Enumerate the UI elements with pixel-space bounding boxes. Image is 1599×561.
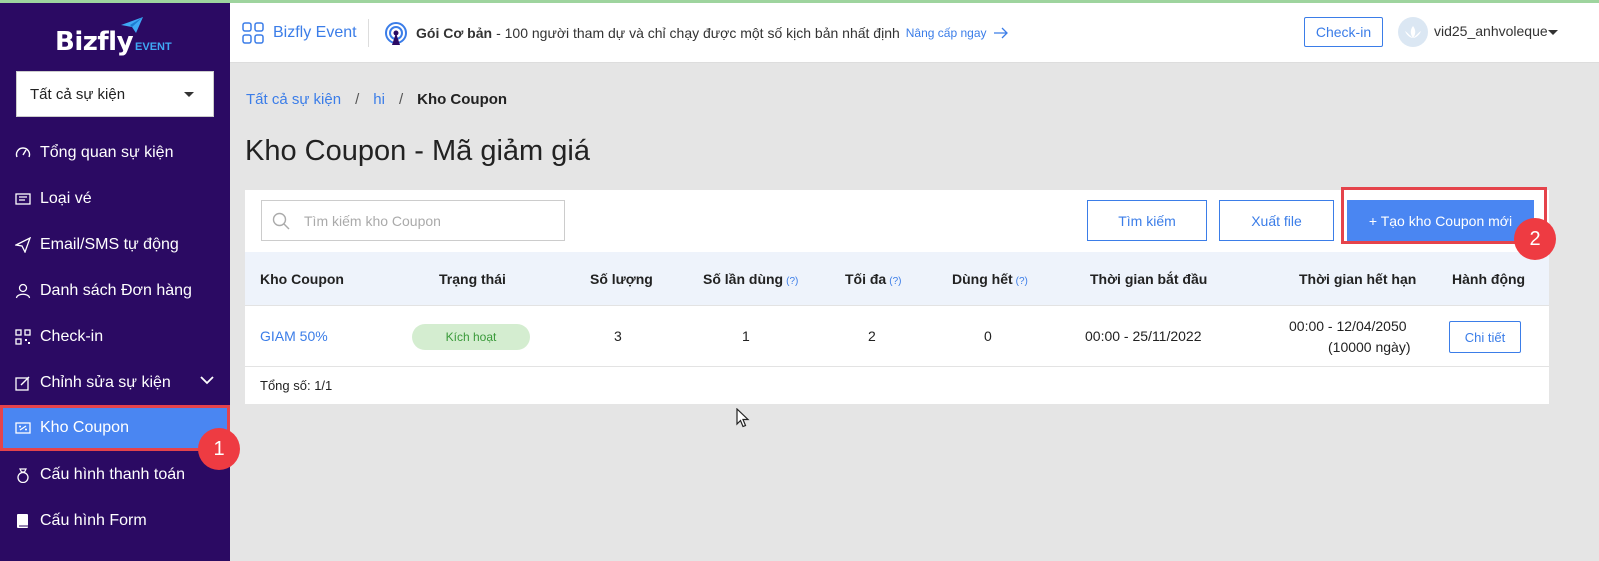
search-icon <box>272 212 290 229</box>
help-icon[interactable]: (?) <box>1016 276 1028 287</box>
search-field[interactable] <box>261 200 565 241</box>
apps-grid-icon <box>242 22 264 44</box>
send-icon <box>14 236 32 254</box>
breadcrumb-event[interactable]: hi <box>373 91 385 108</box>
page-title: Kho Coupon - Mã giảm giá <box>245 135 590 167</box>
annotation-marker-2: 2 <box>1514 218 1556 260</box>
sidebar-item-label: Danh sách Đơn hàng <box>40 282 192 299</box>
sidebar-item-coupon[interactable]: Kho Coupon <box>0 405 230 451</box>
sidebar-item-email-sms[interactable]: Email/SMS tự động <box>0 222 230 268</box>
table-row: GIAM 50% Kích hoạt 3 1 2 0 00:00 - 25/11… <box>245 307 1549 367</box>
lotus-icon <box>1405 26 1421 38</box>
col-exhausted-header: Dùng hết (?) <box>952 271 1028 287</box>
cell-quantity: 3 <box>614 328 622 344</box>
col-max: Tối đa <box>845 271 887 287</box>
user-icon <box>14 282 32 300</box>
avatar[interactable] <box>1398 17 1428 47</box>
search-input[interactable] <box>304 212 544 229</box>
sidebar-item-overview[interactable]: Tổng quan sự kiện <box>0 130 230 176</box>
checkin-button[interactable]: Check-in <box>1304 17 1383 47</box>
breadcrumb: Tất cả sự kiện / hi / Kho Coupon <box>246 91 507 108</box>
help-icon[interactable]: (?) <box>786 276 798 287</box>
event-select-value: Tất cả sự kiện <box>30 85 126 103</box>
sidebar-item-label: Cấu hình thanh toán <box>40 466 186 483</box>
sidebar-item-checkin[interactable]: Check-in <box>0 314 230 360</box>
money-bag-icon <box>14 466 32 484</box>
sidebar-item-payment-config[interactable]: Cấu hình thanh toán <box>0 452 230 498</box>
sidebar: Bizfly EVENT Tất cả sự kiện Tổng quan sự… <box>0 3 230 561</box>
total-count: Tổng số: 1/1 <box>260 378 333 393</box>
sidebar-item-orders[interactable]: Danh sách Đơn hàng <box>0 268 230 314</box>
arrow-right-icon[interactable] <box>993 27 1009 39</box>
app-name: Bizfly Event <box>273 24 357 41</box>
book-icon <box>14 512 32 530</box>
col-quantity: Số lượng <box>590 271 653 287</box>
col-coupon: Kho Coupon <box>260 271 344 287</box>
plan-info: Gói Cơ bản - 100 người tham dự và chỉ ch… <box>384 21 1009 45</box>
breadcrumb-current: Kho Coupon <box>417 91 508 108</box>
brand-sub: EVENT <box>135 41 172 53</box>
ticket-icon <box>14 190 32 208</box>
breadcrumb-separator: / <box>355 91 360 108</box>
sidebar-item-label: Kho Coupon <box>40 419 129 436</box>
chevron-down-icon[interactable] <box>200 375 214 385</box>
sidebar-item-label: Chỉnh sửa sự kiện <box>40 374 171 391</box>
col-end: Thời gian hết hạn <box>1299 271 1417 287</box>
sidebar-item-ticket-types[interactable]: Loại vé <box>0 176 230 222</box>
help-icon[interactable]: (?) <box>889 276 901 287</box>
col-max-header: Tối đa (?) <box>845 271 901 287</box>
brand-logo[interactable]: Bizfly EVENT <box>55 17 172 57</box>
table-header: Kho Coupon Trạng thái Số lượng Số lần dù… <box>245 252 1549 306</box>
caret-down-icon <box>184 92 194 97</box>
speedometer-icon <box>14 144 32 162</box>
coupon-name-link[interactable]: GIAM 50% <box>260 328 328 344</box>
upgrade-link[interactable]: Nâng cấp ngay <box>906 26 987 40</box>
paper-plane-icon <box>121 17 143 33</box>
sidebar-item-label: Check-in <box>40 328 104 345</box>
sidebar-item-form-config[interactable]: Cấu hình Form <box>0 498 230 544</box>
edit-icon <box>14 374 32 392</box>
coupon-panel: Tìm kiếm Xuất file + Tạo kho Coupon mới … <box>245 187 1549 404</box>
mouse-cursor-icon <box>736 408 750 428</box>
create-coupon-button[interactable]: + Tạo kho Coupon mới <box>1347 200 1534 241</box>
event-select[interactable]: Tất cả sự kiện <box>16 71 214 117</box>
app-switcher[interactable]: Bizfly Event <box>242 22 357 44</box>
sidebar-item-label: Tổng quan sự kiện <box>40 144 174 161</box>
annotation-marker-1: 1 <box>198 428 240 470</box>
plan-name: Gói Cơ bản <box>416 25 493 41</box>
cell-used: 1 <box>742 328 750 344</box>
sidebar-item-label: Cấu hình Form <box>40 512 147 529</box>
status-badge: Kích hoạt <box>412 324 530 350</box>
breadcrumb-all-events[interactable]: Tất cả sự kiện <box>246 91 341 108</box>
search-button[interactable]: Tìm kiếm <box>1087 200 1207 241</box>
broadcast-icon <box>385 22 407 45</box>
export-button[interactable]: Xuất file <box>1219 200 1334 241</box>
sidebar-item-edit-event[interactable]: Chỉnh sửa sự kiện <box>0 360 230 406</box>
top-header: Bizfly Event Gói Cơ bản - 100 người tham… <box>230 3 1599 63</box>
col-used: Số lần dùng <box>703 271 784 287</box>
qr-icon <box>14 328 32 346</box>
username[interactable]: vid25_anhvoleque <box>1434 23 1548 39</box>
coupon-icon <box>14 419 32 437</box>
detail-button[interactable]: Chi tiết <box>1449 321 1521 353</box>
sidebar-item-label: Email/SMS tự động <box>40 236 179 253</box>
sidebar-item-label: Loại vé <box>40 190 92 207</box>
col-used-header: Số lần dùng (?) <box>703 271 798 287</box>
breadcrumb-separator: / <box>398 91 404 108</box>
cell-max: 2 <box>868 328 876 344</box>
cell-start: 00:00 - 25/11/2022 <box>1085 328 1202 344</box>
cell-end-time: 00:00 - 12/04/2050 <box>1289 318 1407 334</box>
plan-description: - 100 người tham dự và chỉ chạy được một… <box>496 25 900 41</box>
col-exhausted: Dùng hết <box>952 271 1013 287</box>
cell-end-days: (10000 ngày) <box>1328 339 1411 355</box>
header-divider <box>368 19 369 47</box>
caret-down-icon[interactable] <box>1548 30 1558 35</box>
col-status: Trạng thái <box>439 271 506 287</box>
col-start: Thời gian bắt đầu <box>1090 271 1208 287</box>
cell-exhausted: 0 <box>984 328 992 344</box>
col-action: Hành động <box>1452 271 1526 287</box>
